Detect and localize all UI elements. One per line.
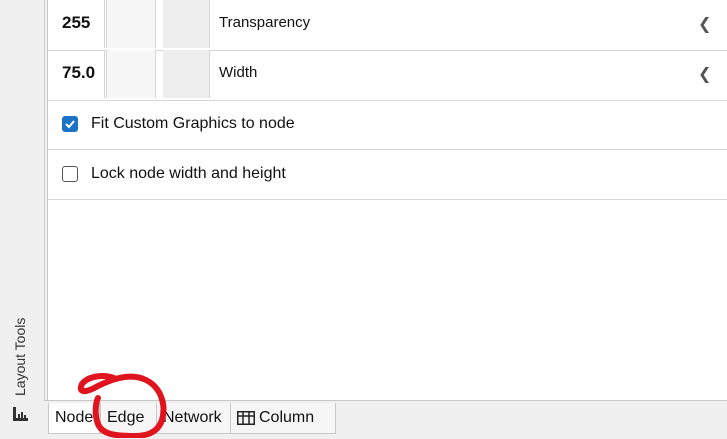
lock-node-size-checkbox[interactable]	[62, 166, 78, 182]
property-row-width[interactable]: 75.0 Width ❮	[48, 50, 727, 101]
bypass-cell[interactable]	[163, 0, 210, 48]
tab-label: Network	[163, 409, 222, 426]
table-icon	[237, 410, 255, 425]
mapping-cell[interactable]	[106, 50, 156, 98]
property-label: Width	[219, 64, 258, 81]
fit-custom-graphics-row: Fit Custom Graphics to node	[48, 100, 727, 150]
tab-node[interactable]: Node	[48, 403, 100, 434]
checkbox-label: Fit Custom Graphics to node	[91, 115, 295, 132]
property-value: 75.0	[62, 63, 96, 82]
chevron-left-icon[interactable]: ❮	[698, 64, 711, 84]
tab-label: Node	[55, 409, 94, 426]
property-value-cell[interactable]: 255	[52, 0, 105, 48]
tab-label: Column	[259, 409, 315, 426]
tab-network[interactable]: Network	[156, 403, 236, 434]
node-style-panel: 255 Transparency ❮ 75.0 Width ❮ Fit Cust…	[47, 0, 727, 400]
property-label: Transparency	[219, 14, 311, 31]
property-value-cell[interactable]: 75.0	[52, 50, 105, 98]
bottom-tab-bar: Node Edge Network Column	[44, 400, 727, 439]
property-value: 255	[62, 13, 91, 32]
mapping-cell[interactable]	[106, 0, 156, 48]
layout-tools-label: Layout Tools	[12, 317, 28, 396]
property-row-transparency[interactable]: 255 Transparency ❮	[48, 0, 727, 51]
fit-custom-graphics-checkbox[interactable]	[62, 116, 78, 132]
tab-column[interactable]: Column	[230, 403, 336, 434]
layout-tools-tab[interactable]: Layout Tools	[6, 300, 36, 428]
layout-tools-icon	[13, 407, 28, 421]
lock-size-row: Lock node width and height	[48, 150, 727, 200]
check-icon	[65, 120, 75, 129]
side-panel-strip: Layout Tools	[0, 0, 45, 438]
bypass-cell[interactable]	[163, 50, 210, 98]
chevron-left-icon[interactable]: ❮	[698, 14, 711, 34]
tab-label: Edge	[107, 409, 145, 426]
checkbox-label: Lock node width and height	[91, 165, 286, 182]
